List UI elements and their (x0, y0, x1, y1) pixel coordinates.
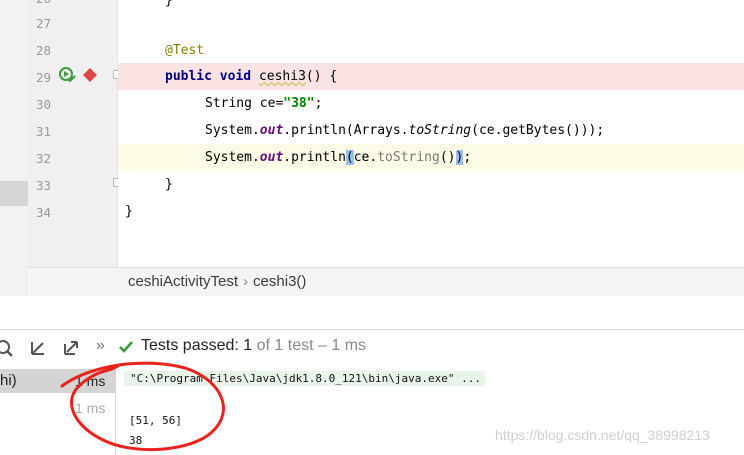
code-text: ; (463, 150, 472, 165)
breadcrumb-separator: › (243, 273, 249, 290)
collapse-icon[interactable] (28, 338, 48, 358)
keyword: void (219, 69, 252, 84)
tree-item-time: 1 ms (75, 373, 106, 389)
console-output-line: 38 (129, 434, 143, 447)
code-line-current: System.out.println(ce.toString()); (118, 144, 744, 171)
more-icon[interactable]: » (96, 337, 105, 355)
passed-count: 1 (243, 337, 253, 354)
line-number: 29 (36, 70, 52, 85)
tree-item-label[interactable]: hi) (0, 372, 17, 389)
code-text: () (439, 150, 456, 165)
tree-subitem-time: 1 ms (75, 400, 106, 416)
left-tool-strip (0, 0, 28, 296)
editor-gutter[interactable]: 26 27 28 29 30 31 32 33 34 (28, 0, 118, 267)
left-strip-selection (0, 181, 28, 206)
method-name: ceshi3 (258, 69, 306, 84)
code-line: String ce="38"; (118, 90, 744, 117)
watermark: https://blog.csdn.net/qq_38998213 (495, 427, 710, 443)
line-number: 31 (36, 124, 52, 139)
line-number: 26 (36, 0, 51, 6)
zoom-icon[interactable] (0, 338, 15, 358)
line-number: 30 (36, 97, 52, 112)
code-line: System.out.println(Arrays.toString(ce.ge… (118, 117, 744, 144)
breadcrumb: ceshiActivityTest › ceshi3() (28, 267, 744, 296)
expand-icon[interactable] (61, 338, 81, 358)
run-toolbar: » Tests passed: 1 of 1 test – 1 ms (0, 330, 744, 366)
code-line: } (118, 171, 744, 198)
line-number: 34 (36, 205, 52, 220)
line-number: 27 (36, 16, 52, 31)
code-text: ; (314, 96, 323, 111)
code-text: () { (305, 69, 338, 84)
code-text: ce= (251, 96, 284, 111)
code-text: .println(Arrays. (283, 123, 409, 138)
panel-divider (0, 296, 744, 330)
line-number: 33 (36, 178, 52, 193)
console-command: "C:\Program Files\Java\jdk1.8.0_121\bin\… (124, 371, 485, 386)
code-editor[interactable]: } @Test public void ceshi3() { String ce… (118, 0, 744, 267)
code-line: @Test (118, 37, 744, 64)
static-field: out (259, 150, 284, 165)
status-detail: of 1 test – 1 ms (256, 337, 367, 354)
code-line: } (118, 198, 744, 225)
test-tree: hi) 1 ms 1 ms (0, 366, 116, 455)
check-icon (119, 341, 133, 353)
code-text: ce. (353, 150, 378, 165)
run-passed-icon[interactable] (59, 67, 77, 83)
static-field: out (259, 123, 284, 138)
breadcrumb-class[interactable]: ceshiActivityTest (128, 273, 238, 290)
line-number: 32 (36, 151, 52, 166)
code-text: System. (205, 150, 260, 165)
test-status: Tests passed: 1 of 1 test – 1 ms (141, 337, 366, 355)
string-literal: "38" (283, 96, 315, 111)
line-number: 28 (36, 43, 52, 58)
code-line: } (165, 0, 173, 8)
console-output-line: [51, 56] (129, 414, 182, 427)
annotation-text: @Test (165, 43, 205, 58)
static-method: toString (408, 123, 472, 138)
method-call: toString (377, 150, 440, 165)
code-text: (ce.getBytes())); (471, 123, 605, 138)
keyword: public (165, 69, 212, 84)
code-text: System. (205, 123, 260, 138)
matched-brace: ( (345, 150, 354, 165)
code-line-breakpoint: public void ceshi3() { (118, 63, 744, 90)
type-name: String (205, 96, 252, 111)
breakpoint-icon[interactable] (82, 67, 98, 83)
code-text: } (165, 177, 173, 192)
code-text: .println (283, 150, 346, 165)
breadcrumb-method[interactable]: ceshi3() (253, 273, 306, 290)
code-text: } (125, 204, 133, 219)
status-label: Tests passed: (141, 337, 239, 354)
